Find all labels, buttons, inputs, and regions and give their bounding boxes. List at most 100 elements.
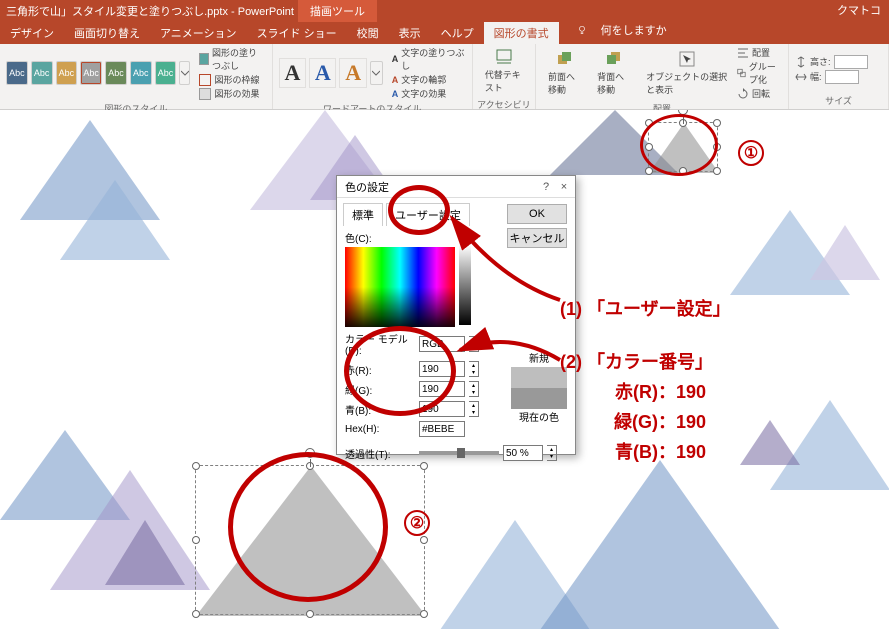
alt-text-icon [495, 48, 513, 66]
height-icon [795, 56, 807, 68]
triangle-shape-selected[interactable] [649, 123, 719, 173]
style-swatch-4[interactable]: Abc [80, 61, 102, 85]
bucket-icon [199, 53, 208, 65]
dialog-close-icon[interactable]: × [557, 180, 571, 194]
align-button[interactable]: 配置 [737, 46, 782, 59]
forward-icon [556, 50, 574, 68]
slide[interactable]: 色の設定 ? × 標準 ユーザー設定 OK キャンセル 色(C): [0, 110, 889, 629]
style-swatch-1[interactable]: Abc [6, 61, 28, 85]
lightbulb-icon [577, 25, 587, 35]
file-name: 三角形で山」スタイル変更と塗りつぶし.pptx - PowerPoint [0, 3, 294, 19]
transparency-slider[interactable] [419, 451, 499, 455]
bring-forward-button[interactable]: 前面へ移動 [542, 48, 588, 98]
slide-area[interactable]: 色の設定 ? × 標準 ユーザー設定 OK キャンセル 色(C): [0, 110, 889, 629]
tab-review[interactable]: 校閲 [347, 22, 389, 44]
ok-button[interactable]: OK [507, 204, 567, 224]
cancel-button[interactable]: キャンセル [507, 228, 567, 248]
group-arrange: 前面へ移動 背面へ移動 オブジェクトの選択と表示 配置 グループ化 回転 配置 [536, 44, 789, 109]
selection-pane-button[interactable]: オブジェクトの選択と表示 [640, 48, 734, 98]
width-field[interactable]: 幅: [795, 70, 868, 84]
text-effects[interactable]: A文字の効果 [392, 87, 466, 100]
style-swatch-3[interactable]: Abc [56, 61, 78, 85]
color-preview: 新規 現在の色 [511, 350, 567, 424]
triangle-shape[interactable] [105, 520, 185, 585]
style-swatch-2[interactable]: Abc [31, 61, 53, 85]
color-spectrum[interactable] [345, 247, 455, 327]
wordart-style-3[interactable]: A [339, 58, 366, 88]
selection-icon [678, 50, 696, 68]
color-model-dropdown[interactable]: ▾ [469, 336, 479, 352]
style-gallery-more[interactable] [179, 61, 190, 85]
blue-label: 青(B): [345, 402, 415, 417]
blue-input[interactable] [419, 401, 465, 417]
tab-transitions[interactable]: 画面切り替え [64, 22, 150, 44]
tell-me-placeholder: 何をしますか [591, 19, 677, 41]
value-slider[interactable] [459, 245, 471, 325]
rotate-handle[interactable] [305, 448, 315, 458]
triangle-shape[interactable] [60, 180, 170, 260]
triangle-shape[interactable] [810, 225, 880, 280]
text-outline-icon: A [392, 75, 399, 85]
rotate-handle[interactable] [678, 110, 688, 115]
text-outline[interactable]: A文字の輪郭 [392, 73, 466, 86]
tab-shape-format[interactable]: 図形の書式 [484, 22, 559, 44]
shape-outline[interactable]: 図形の枠線 [199, 73, 265, 86]
dialog-tab-custom[interactable]: ユーザー設定 [386, 203, 470, 226]
color-model-select[interactable] [419, 336, 465, 352]
backward-icon [605, 50, 623, 68]
red-input[interactable] [419, 361, 465, 377]
triangle-shape-selected[interactable] [196, 466, 426, 616]
tab-view[interactable]: 表示 [389, 22, 431, 44]
hex-label: Hex(H): [345, 424, 415, 435]
green-spinner[interactable]: ▴▾ [469, 381, 479, 397]
group-label-size: サイズ [789, 94, 888, 109]
hex-input[interactable] [419, 421, 465, 437]
tab-design[interactable]: デザイン [0, 22, 64, 44]
alt-text-button[interactable]: 代替テキスト [479, 46, 529, 96]
dialog-title: 色の設定 [345, 179, 389, 195]
text-effects-icon: A [392, 89, 399, 99]
style-swatch-5[interactable]: Abc [105, 61, 127, 85]
shape-fill[interactable]: 図形の塗りつぶし [199, 46, 265, 72]
text-fill[interactable]: A文字の塗りつぶし [392, 46, 466, 72]
account-name[interactable]: クマトコ [837, 0, 881, 22]
pen-icon [199, 74, 211, 86]
current-color-label: 現在の色 [519, 413, 559, 424]
group-button[interactable]: グループ化 [737, 60, 782, 86]
send-backward-button[interactable]: 背面へ移動 [591, 48, 637, 98]
group-shape-styles: Abc Abc Abc Abc Abc Abc Abc 図形の塗りつぶし 図形の… [0, 44, 273, 109]
dialog-help-icon[interactable]: ? [539, 180, 553, 194]
blue-spinner[interactable]: ▴▾ [469, 401, 479, 417]
rotate-button[interactable]: 回転 [737, 87, 782, 100]
transparency-input[interactable] [503, 445, 543, 461]
wordart-style-2[interactable]: A [309, 58, 336, 88]
width-input[interactable] [825, 70, 859, 84]
wordart-gallery-more[interactable] [370, 61, 383, 85]
ribbon: Abc Abc Abc Abc Abc Abc Abc 図形の塗りつぶし 図形の… [0, 44, 889, 110]
tab-slideshow[interactable]: スライド ショー [247, 22, 347, 44]
transparency-spinner[interactable]: ▴▾ [547, 445, 557, 461]
height-field[interactable]: 高さ: [795, 55, 868, 69]
dialog-tab-standard[interactable]: 標準 [343, 203, 383, 226]
red-spinner[interactable]: ▴▾ [469, 361, 479, 377]
effects-icon [199, 88, 211, 100]
color-dialog[interactable]: 色の設定 ? × 標準 ユーザー設定 OK キャンセル 色(C): [336, 175, 576, 455]
selection-box-small[interactable] [648, 122, 718, 172]
green-input[interactable] [419, 381, 465, 397]
text-fill-icon: A [392, 54, 399, 64]
triangle-shape[interactable] [740, 420, 800, 465]
triangle-shape[interactable] [540, 460, 780, 629]
new-color-label: 新規 [529, 354, 549, 365]
selection-box-large[interactable] [195, 465, 425, 615]
shape-effects[interactable]: 図形の効果 [199, 87, 265, 100]
style-swatch-7[interactable]: Abc [155, 61, 177, 85]
color-model-label: カラー モデル(D): [345, 331, 415, 357]
group-wordart: A A A A文字の塗りつぶし A文字の輪郭 A文字の効果 ワードアートのスタイ… [273, 44, 473, 109]
tab-help[interactable]: ヘルプ [431, 22, 484, 44]
ribbon-tabs: デザイン 画面切り替え アニメーション スライド ショー 校閲 表示 ヘルプ 図… [0, 22, 889, 44]
group-icon [737, 67, 746, 79]
wordart-style-1[interactable]: A [279, 58, 306, 88]
tab-animations[interactable]: アニメーション [150, 22, 247, 44]
height-input[interactable] [834, 55, 868, 69]
style-swatch-6[interactable]: Abc [130, 61, 152, 85]
